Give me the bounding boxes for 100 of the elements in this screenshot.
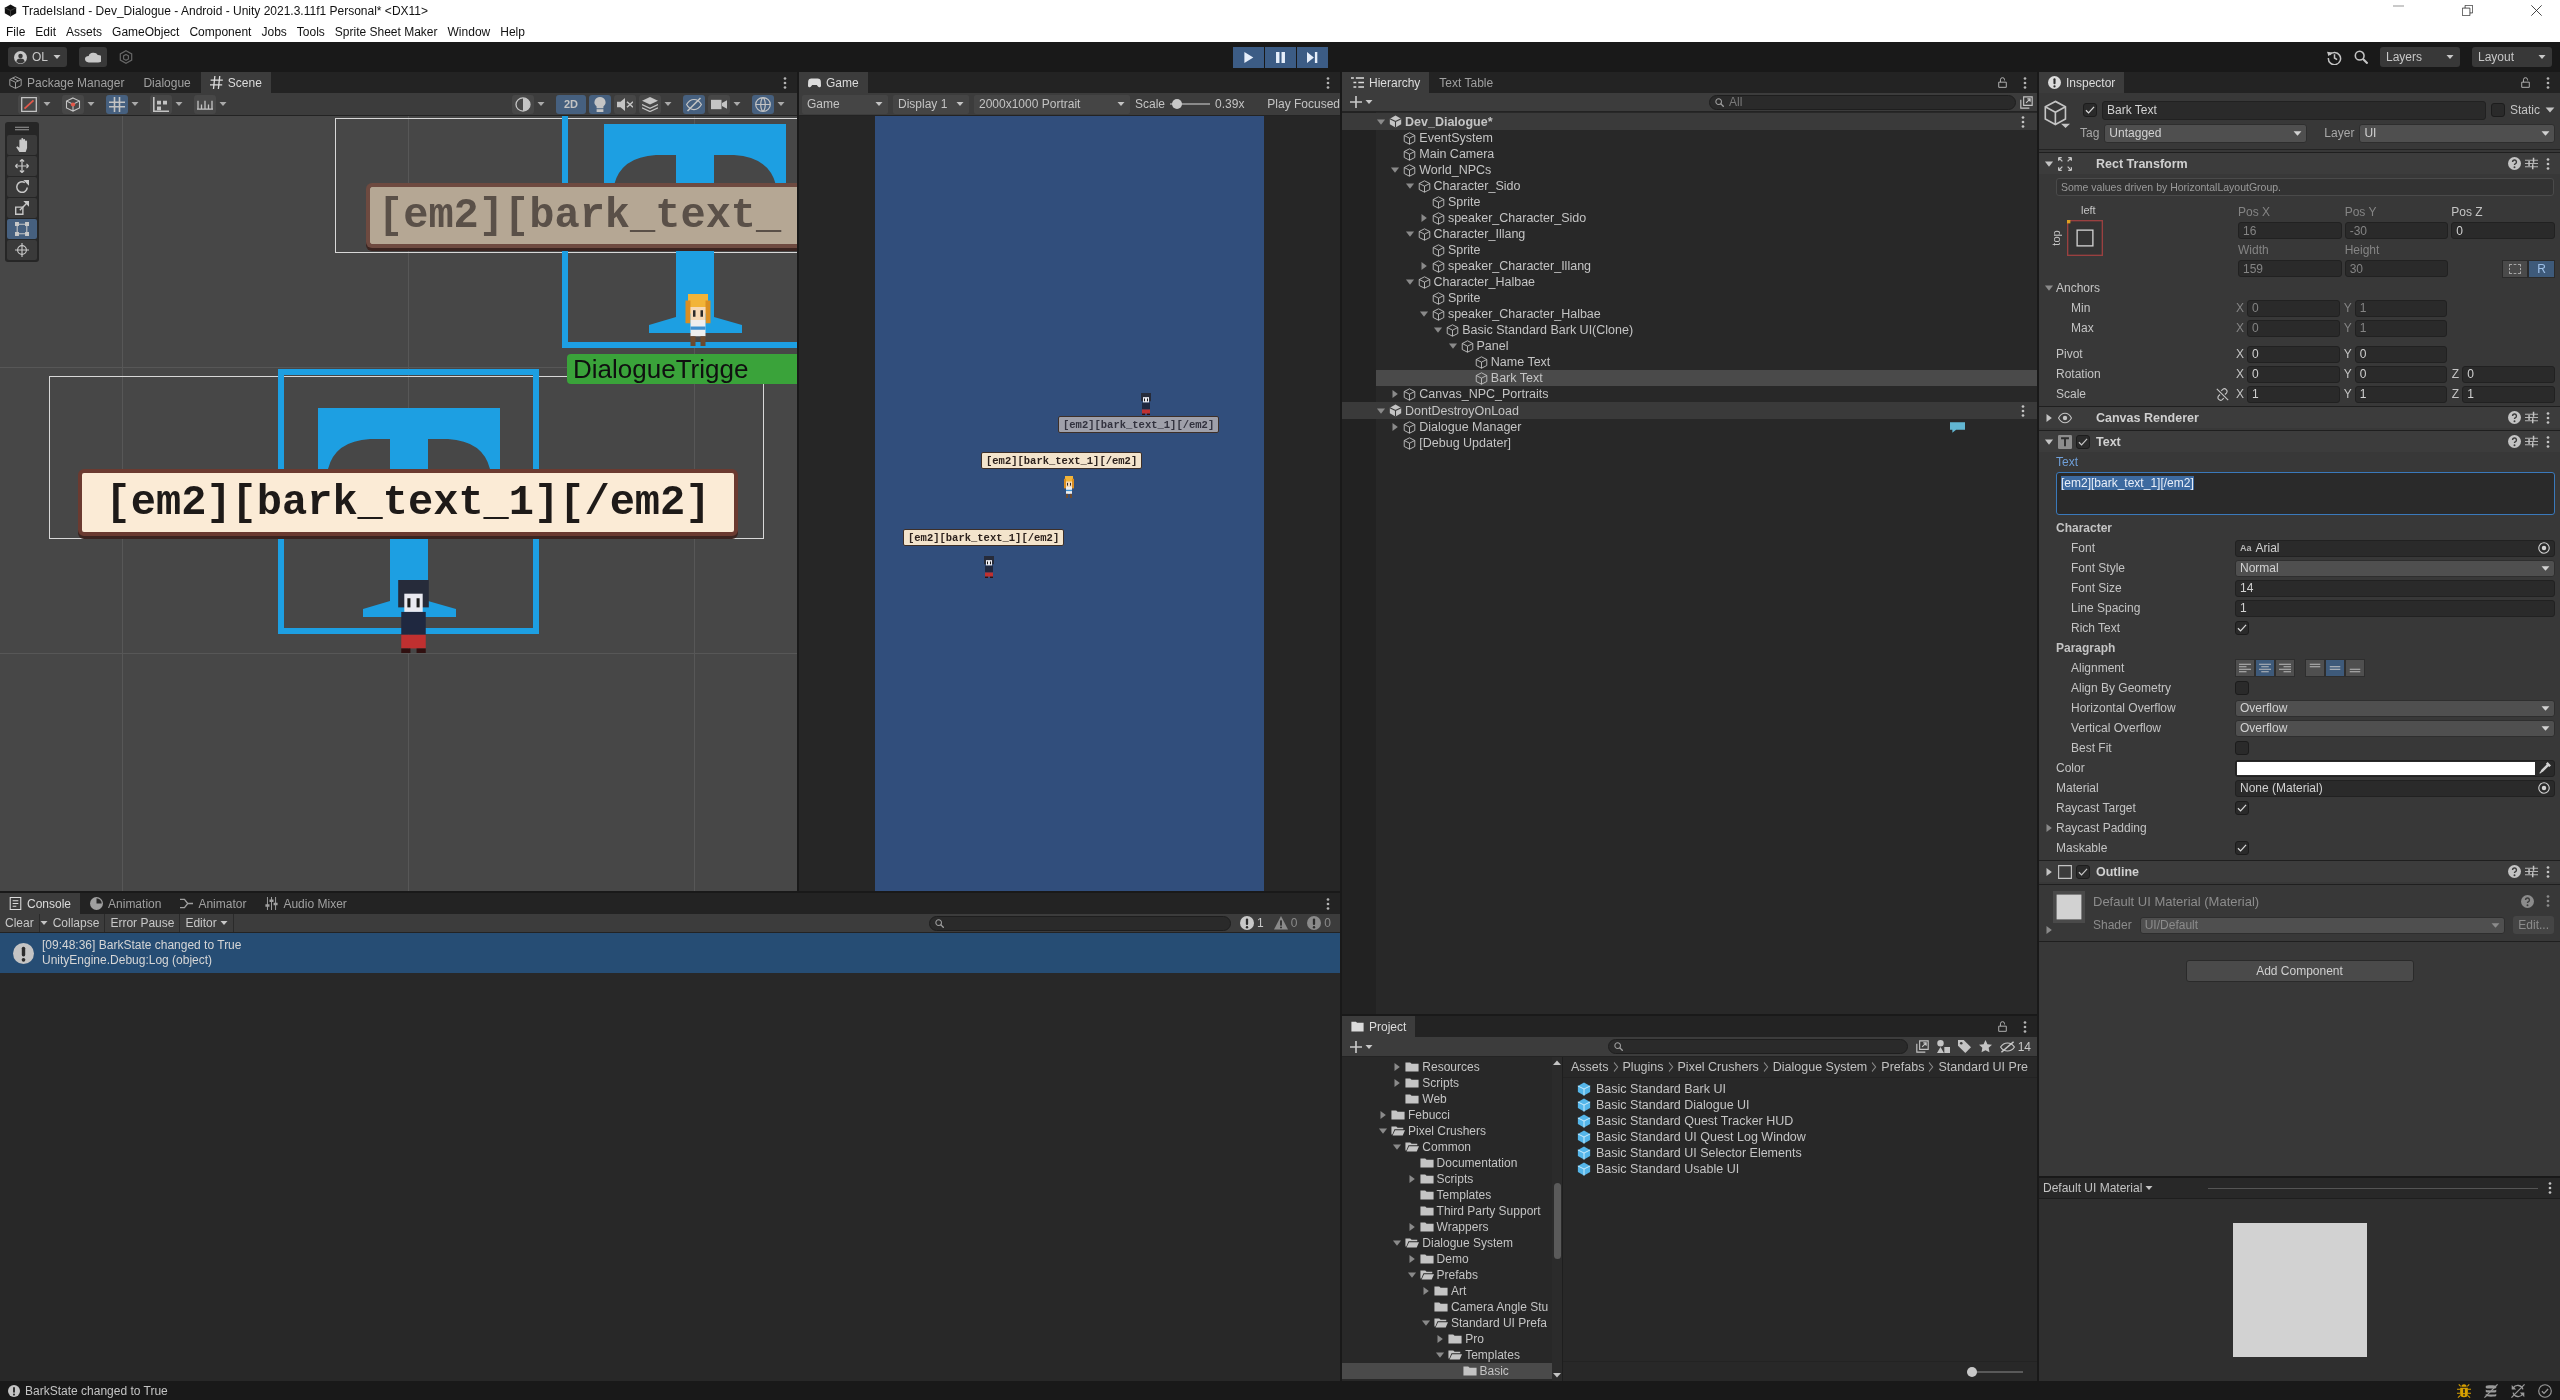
folder-item[interactable]: Standard UI Prefa <box>1342 1315 1552 1331</box>
play-button[interactable] <box>1232 46 1264 68</box>
folder-item[interactable]: Art <box>1342 1283 1552 1299</box>
preview-dropdown[interactable]: Default UI Material <box>2043 1181 2154 1195</box>
breadcrumb[interactable]: Dialogue System <box>1772 1060 1868 1074</box>
enabled-checkbox[interactable] <box>2076 864 2090 879</box>
hierarchy-item[interactable]: Panel <box>1342 338 2037 354</box>
tab[interactable]: Project <box>1342 1016 1416 1037</box>
align-right-icon[interactable] <box>2275 659 2295 677</box>
open-window-icon[interactable] <box>2020 95 2033 109</box>
hierarchy-item[interactable]: Basic Standard Bark UI(Clone) <box>1342 322 2037 338</box>
folder-item[interactable]: Febucci <box>1342 1107 1552 1123</box>
eyedropper-icon[interactable] <box>2539 762 2551 774</box>
caret-icon[interactable] <box>87 100 95 108</box>
move-arrows-icon[interactable] <box>7 156 37 176</box>
checkbox[interactable] <box>2235 621 2249 635</box>
hierarchy-item[interactable]: World_NPCs <box>1342 162 2037 178</box>
tag-dropdown[interactable]: Untagged <box>2104 123 2308 143</box>
breadcrumb[interactable]: Pixel Crushers <box>1677 1060 1759 1074</box>
align-left-icon[interactable] <box>2235 659 2255 677</box>
snap-grid-icon[interactable] <box>150 94 172 114</box>
menu-item[interactable]: Jobs <box>256 24 292 39</box>
number-field[interactable]: 0 <box>2462 365 2555 383</box>
cloud-button[interactable] <box>79 47 107 67</box>
lock-icon[interactable] <box>2520 77 2531 88</box>
caret-icon[interactable] <box>664 100 672 108</box>
display-dropdown[interactable]: Display 1 <box>893 94 969 114</box>
scene-item[interactable]: Dev_Dialogue* <box>1342 113 2037 130</box>
number-field[interactable]: 14 <box>2235 579 2555 597</box>
layout-dropdown[interactable]: Layout <box>2472 47 2552 67</box>
number-field[interactable]: 1 <box>2247 385 2340 403</box>
hierarchy-item[interactable]: Sprite <box>1342 290 2037 306</box>
folder-item[interactable]: Pixel Crushers <box>1342 1123 1552 1139</box>
close-icon[interactable] <box>2531 5 2542 16</box>
lock-icon[interactable] <box>1997 77 2008 88</box>
open-window-icon[interactable] <box>1915 1040 1929 1053</box>
hierarchy-item[interactable]: [Debug Updater] <box>1342 435 2037 451</box>
add-component-button[interactable]: Add Component <box>2185 960 2414 982</box>
tab[interactable]: Animator <box>171 893 256 914</box>
tab[interactable]: Game <box>799 72 868 93</box>
sliders-icon[interactable] <box>2525 157 2538 170</box>
checkbox[interactable] <box>2235 841 2249 855</box>
caret-icon[interactable] <box>219 100 227 108</box>
search-field[interactable]: All <box>1709 94 2016 110</box>
caret-icon[interactable] <box>536 100 545 108</box>
search-icon[interactable] <box>2354 50 2368 64</box>
align-center-icon[interactable] <box>2255 659 2275 677</box>
asset-item[interactable]: Basic Standard Dialogue UI <box>1577 1097 2037 1113</box>
number-field[interactable]: 0 <box>2451 222 2555 239</box>
folder-item[interactable]: Prefabs <box>1342 1267 1552 1283</box>
asset-item[interactable]: Basic Standard Quest Tracker HUD <box>1577 1113 2037 1129</box>
dropdown[interactable]: Normal <box>2235 559 2555 577</box>
asset-item[interactable]: Basic Standard Bark UI <box>1577 1081 2037 1097</box>
enabled-checkbox[interactable] <box>2076 434 2090 449</box>
database-slash-icon[interactable] <box>2484 1383 2498 1398</box>
hierarchy-item[interactable]: Sprite <box>1342 194 2037 210</box>
asset-item[interactable]: Basic Standard UI Quest Log Window <box>1577 1129 2037 1145</box>
disclosure-triangle-icon[interactable] <box>1378 1110 1388 1120</box>
anchor-preset-icon[interactable] <box>2067 220 2103 256</box>
tab[interactable]: Text Table <box>1430 72 1503 93</box>
caret-icon[interactable] <box>39 919 48 927</box>
disclosure-triangle-icon[interactable] <box>1435 1350 1446 1360</box>
add-button[interactable] <box>1350 1040 1373 1053</box>
add-button[interactable] <box>1350 96 1373 108</box>
text-area[interactable]: [em2][bark_text_1][/em2] <box>2056 472 2555 515</box>
caret-icon[interactable] <box>2545 105 2555 115</box>
number-field[interactable]: 1 <box>2235 599 2555 617</box>
disclosure-triangle-icon[interactable] <box>1390 165 1401 175</box>
color-field[interactable] <box>2235 759 2555 777</box>
shading-mode-icon[interactable] <box>511 94 534 114</box>
info-count-button[interactable]: 1 <box>1234 914 1269 932</box>
hidden-packages-button[interactable]: 14 <box>1999 1039 2031 1054</box>
menu-item[interactable]: Help <box>495 24 530 39</box>
disclosure-triangle-icon[interactable] <box>1420 1318 1431 1328</box>
hierarchy-item[interactable]: speaker_Character_Halbae <box>1342 306 2037 322</box>
breadcrumb[interactable]: Plugins <box>1622 1060 1664 1074</box>
cube-dropdown-icon[interactable] <box>2044 100 2070 128</box>
object-field[interactable]: None (Material) <box>2235 779 2555 797</box>
restore-icon[interactable] <box>2462 5 2473 16</box>
square-handle-icon[interactable] <box>18 94 40 114</box>
sliders-icon[interactable] <box>2525 435 2538 448</box>
hierarchy-item[interactable]: Dialogue Manager <box>1342 419 2037 435</box>
scale-icon[interactable] <box>7 198 37 218</box>
tag-icon[interactable] <box>1957 1040 1971 1053</box>
number-field[interactable]: 0 <box>2247 365 2340 383</box>
menu-item[interactable]: Edit <box>30 24 62 39</box>
hierarchy-item[interactable]: Name Text <box>1342 354 2037 370</box>
editor-dropdown[interactable]: Editor <box>180 914 234 932</box>
hierarchy-item[interactable]: speaker_Character_Sido <box>1342 210 2037 226</box>
tab[interactable]: Animation <box>81 893 171 914</box>
caret-icon[interactable] <box>175 100 183 108</box>
lock-icon[interactable] <box>1997 1021 2008 1032</box>
sliders-icon[interactable] <box>2525 411 2538 424</box>
checkbox[interactable] <box>2235 681 2249 695</box>
broken-link-icon[interactable] <box>2216 387 2229 401</box>
help-icon[interactable] <box>2508 157 2521 170</box>
hierarchy-item[interactable]: EventSystem <box>1342 130 2037 146</box>
caret-icon[interactable] <box>777 100 785 108</box>
view-dropdown[interactable]: Game <box>802 94 888 114</box>
hierarchy-item[interactable]: speaker_Character_Illang <box>1342 258 2037 274</box>
